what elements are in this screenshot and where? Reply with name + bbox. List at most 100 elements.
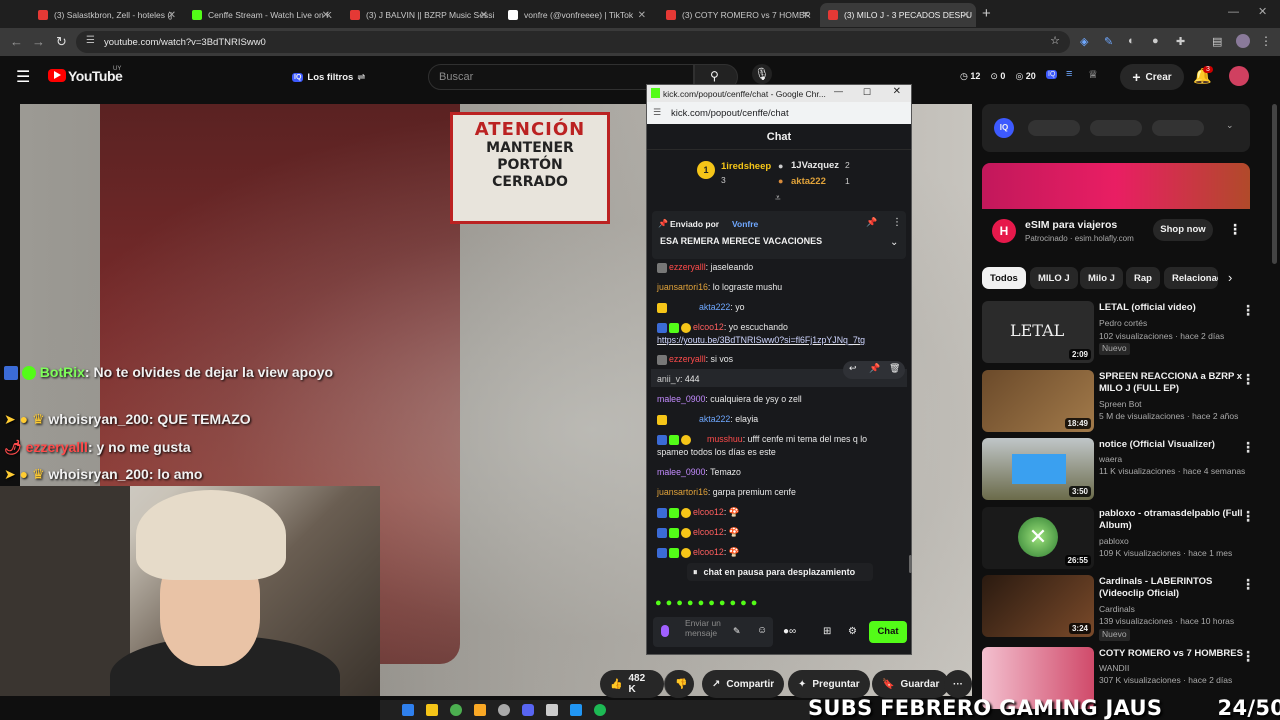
video-thumbnail[interactable]: 18:49 — [982, 370, 1094, 432]
extension-icon[interactable]: ◈ — [1080, 35, 1088, 48]
microphone-icon[interactable]: 🎙 — [752, 64, 772, 84]
close-tab-icon[interactable]: ✕ — [322, 10, 330, 21]
chevron-right-icon[interactable]: › — [1228, 270, 1232, 285]
browser-tab[interactable]: (3) COTY ROMERO vs 7 HOMBR ✕ — [658, 3, 816, 27]
iq-extension-icon[interactable]: IQ — [994, 118, 1014, 138]
chat-paused-banner[interactable]: ⏸ chat en pausa para desplazamiento — [687, 563, 873, 581]
video-thumbnail[interactable]: 3:50 — [982, 438, 1094, 500]
extension-pill[interactable] — [1152, 120, 1204, 136]
trophy-icon[interactable]: ♕ — [1088, 68, 1098, 81]
back-icon[interactable]: ← — [10, 34, 23, 49]
video-channel[interactable]: Spreen Bot — [1099, 399, 1142, 411]
leaderboard-name[interactable]: 1iredsheep — [721, 161, 771, 172]
reply-icon[interactable]: ↩ — [849, 363, 857, 374]
chip-rap[interactable]: Rap — [1126, 267, 1160, 289]
close-window-icon[interactable]: ✕ — [893, 86, 901, 97]
hamburger-menu-icon[interactable]: ☰ — [16, 67, 30, 87]
chip-milo-j[interactable]: MILO J — [1030, 267, 1078, 289]
pinned-user[interactable]: Vonfre — [732, 219, 758, 229]
chevron-down-icon[interactable]: ⌄ — [1226, 120, 1234, 131]
extension-icon[interactable]: ≡ — [1066, 68, 1072, 80]
browser-tab[interactable]: Cenffe Stream - Watch Live on K ✕ — [184, 3, 336, 27]
video-channel[interactable]: Pedro cortés — [1099, 318, 1147, 330]
video-channel[interactable]: waera — [1099, 454, 1122, 466]
popup-url-bar[interactable]: ☰ kick.com/popout/cenffe/chat — [647, 102, 911, 124]
video-channel[interactable]: Cardinals — [1099, 604, 1135, 616]
chat-input[interactable]: Enviar un mensaje ✎ ☺ — [653, 617, 773, 647]
video-channel[interactable]: pabloxo — [1099, 536, 1129, 548]
pinned-menu-icon[interactable]: ⋮ — [892, 217, 902, 228]
page-scrollbar[interactable] — [1272, 104, 1277, 264]
discord-taskbar-icon[interactable] — [522, 704, 534, 716]
taskbar-app-icon[interactable] — [402, 704, 414, 716]
leaderboard-name[interactable]: akta222 — [791, 176, 826, 187]
profile-avatar[interactable] — [1236, 34, 1250, 48]
emoji-icon[interactable]: ☺ — [757, 625, 767, 636]
video-menu-icon[interactable]: ⋮ — [1241, 371, 1255, 388]
video-title[interactable]: pabloxo - otramasdelpablo (Full Album) — [1099, 508, 1244, 532]
extension-icon[interactable]: ◐ — [1128, 35, 1135, 47]
maximize-icon[interactable]: ☐ — [863, 87, 871, 98]
video-menu-icon[interactable]: ⋮ — [1241, 439, 1255, 456]
video-title[interactable]: notice (Official Visualizer) — [1099, 439, 1244, 451]
puzzle-icon[interactable]: ✚ — [1176, 35, 1185, 48]
expand-leaderboard-icon[interactable]: ⩡ — [775, 193, 781, 204]
browser-tab[interactable]: (3) J BALVIN || BZRP Music Sessi ✕ — [342, 3, 494, 27]
send-chat-button[interactable]: Chat — [869, 621, 907, 643]
close-window-icon[interactable]: ✕ — [1258, 5, 1267, 18]
video-title[interactable]: Cardinals - LABERINTOS (Videoclip Oficia… — [1099, 576, 1244, 600]
close-tab-icon[interactable]: ✕ — [480, 10, 488, 21]
minimize-icon[interactable]: — — [834, 86, 843, 96]
video-menu-icon[interactable]: ⋮ — [1241, 648, 1255, 665]
bookmark-star-icon[interactable]: ☆ — [1050, 34, 1060, 47]
save-button[interactable]: 🔖 Guardar — [872, 670, 950, 698]
site-info-icon[interactable]: ☰ — [86, 35, 95, 46]
folder-taskbar-icon[interactable] — [474, 704, 486, 716]
browser-tab-active[interactable]: (3) MILO J - 3 PECADOS DESPU ✕ — [820, 3, 976, 27]
create-button[interactable]: + Crear — [1120, 64, 1184, 90]
leaderboard-name[interactable]: 1JVazquez — [791, 160, 839, 171]
new-tab-icon[interactable]: + — [982, 5, 991, 22]
gift-icon[interactable]: ⊞ — [823, 626, 831, 637]
taskbar-app-icon[interactable] — [570, 704, 582, 716]
extension-pill[interactable] — [1028, 120, 1080, 136]
chrome-taskbar-icon[interactable] — [450, 704, 462, 716]
menu-kebab-icon[interactable]: ⋮ — [1260, 34, 1272, 48]
site-info-icon[interactable]: ☰ — [653, 107, 661, 118]
spotify-taskbar-icon[interactable] — [594, 704, 606, 716]
text-format-icon[interactable]: ✎ — [733, 626, 741, 637]
like-button[interactable]: 👍 482 K — [600, 670, 664, 698]
chevron-down-icon[interactable]: ⌄ — [890, 237, 898, 248]
extension-icon[interactable]: ● — [1152, 35, 1159, 47]
close-tab-icon[interactable]: ✕ — [962, 10, 970, 21]
dislike-button[interactable]: 👎 — [664, 670, 694, 698]
video-title[interactable]: SPREEN REACCIONA a BZRP x MILO J (FULL E… — [1099, 371, 1244, 395]
video-menu-icon[interactable]: ⋮ — [1241, 302, 1255, 319]
close-tab-icon[interactable]: ✕ — [638, 10, 646, 21]
close-tab-icon[interactable]: ✕ — [802, 10, 810, 21]
extension-pill[interactable] — [1090, 120, 1142, 136]
pin-icon[interactable]: 📌 — [869, 363, 880, 374]
reload-icon[interactable]: ↻ — [56, 34, 67, 50]
more-actions-button[interactable]: ··· — [944, 670, 972, 698]
video-menu-icon[interactable]: ⋮ — [1241, 508, 1255, 525]
browser-tab[interactable]: vonfre (@vonfreeee) | TikTok ✕ — [500, 3, 652, 27]
video-title[interactable]: LETAL (official video) — [1099, 302, 1244, 314]
chip-milo-j-alt[interactable]: Milo J — [1080, 267, 1123, 289]
forward-icon[interactable]: → — [32, 34, 45, 49]
chat-scrollbar[interactable] — [909, 555, 912, 573]
shop-now-button[interactable]: Shop now — [1153, 219, 1213, 241]
chip-related[interactable]: Relacionad — [1164, 267, 1218, 289]
address-bar[interactable]: ☰ youtube.com/watch?v=3BdTNRISww0 ☆ — [76, 31, 1070, 53]
iq-extension-icon[interactable]: IQ — [1046, 70, 1058, 79]
account-avatar[interactable] — [1229, 66, 1249, 86]
video-title[interactable]: COTY ROMERO vs 7 HOMBRES — [1099, 648, 1244, 660]
chip-all[interactable]: Todos — [982, 267, 1026, 289]
video-channel[interactable]: WANDII — [1099, 663, 1129, 675]
pin-toggle-icon[interactable]: 📌 — [866, 217, 877, 228]
ad-card[interactable]: H eSIM para viajeros Patrocinado · esim.… — [982, 209, 1250, 255]
filters-button[interactable]: IQ Los filtros ⇌ — [292, 68, 365, 86]
taskbar-app-icon[interactable] — [546, 704, 558, 716]
ask-button[interactable]: ✦ Preguntar — [788, 670, 870, 698]
ad-menu-icon[interactable]: ⋮ — [1228, 221, 1242, 238]
